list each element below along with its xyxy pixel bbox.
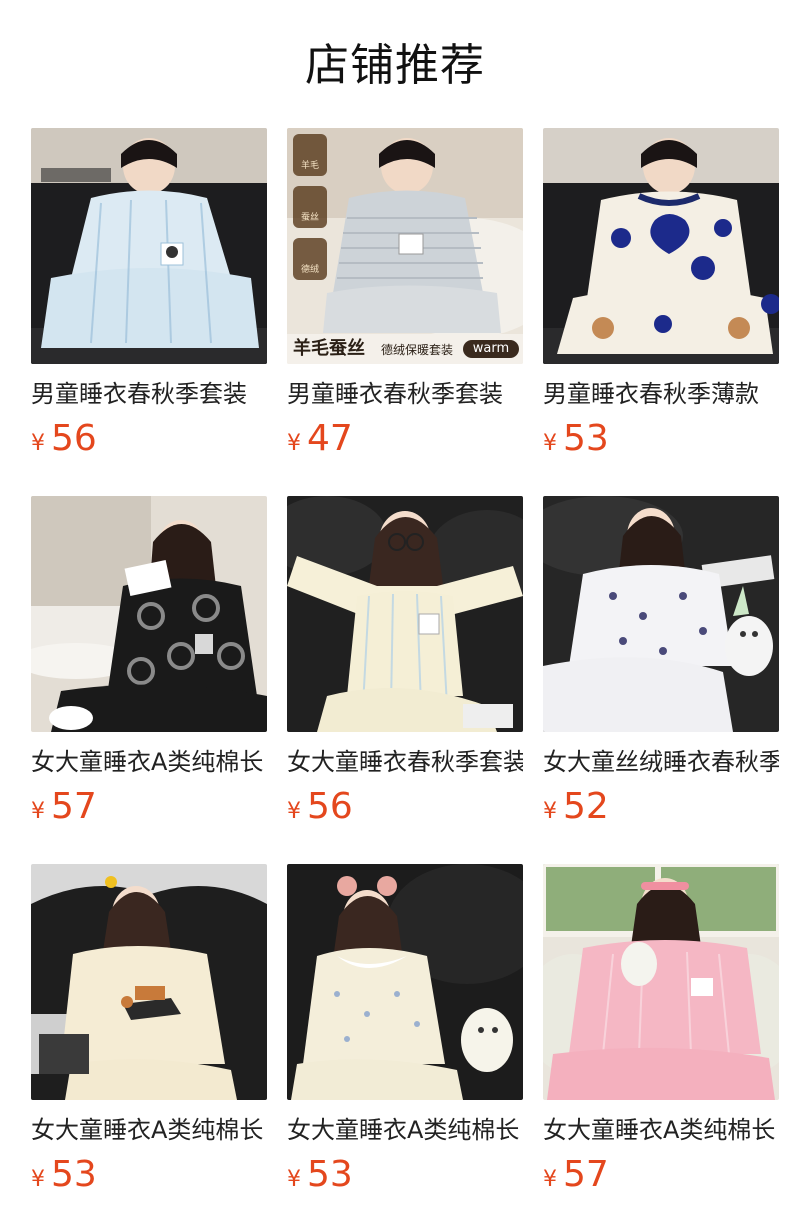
promo-pill: warm bbox=[463, 340, 519, 358]
product-name[interactable]: 女大童睡衣A类纯棉长 bbox=[543, 1114, 779, 1146]
product-name[interactable]: 男童睡衣春秋季薄款 bbox=[543, 378, 779, 410]
price-value: 53 bbox=[307, 1154, 353, 1195]
product-image[interactable] bbox=[31, 864, 267, 1100]
product-image[interactable] bbox=[287, 864, 523, 1100]
product-price: ¥57 bbox=[31, 786, 267, 828]
product-card[interactable]: 女大童睡衣春秋季套装 ¥56 bbox=[287, 496, 523, 828]
product-image[interactable]: 羊毛 蚕丝 德绒 羊毛蚕丝 德绒保暖套装 warm bbox=[287, 128, 523, 364]
currency-symbol: ¥ bbox=[31, 799, 45, 824]
product-price: ¥47 bbox=[287, 418, 523, 460]
currency-symbol: ¥ bbox=[287, 431, 301, 456]
feature-badge: 德绒 bbox=[293, 238, 327, 280]
feature-badge: 羊毛 bbox=[293, 134, 327, 176]
product-image[interactable] bbox=[31, 128, 267, 364]
product-photo-boy-striped-pajamas bbox=[31, 128, 267, 364]
price-value: 57 bbox=[563, 1154, 609, 1195]
product-image[interactable] bbox=[543, 128, 779, 364]
product-price: ¥52 bbox=[543, 786, 779, 828]
product-price: ¥56 bbox=[31, 418, 267, 460]
currency-symbol: ¥ bbox=[543, 431, 557, 456]
product-name[interactable]: 男童睡衣春秋季套装 bbox=[287, 378, 523, 410]
product-name[interactable]: 女大童丝绒睡衣春秋季 bbox=[543, 746, 779, 778]
price-value: 56 bbox=[51, 418, 97, 459]
currency-symbol: ¥ bbox=[31, 431, 45, 456]
price-value: 47 bbox=[307, 418, 353, 459]
product-card[interactable]: 男童睡衣春秋季套装 ¥56 bbox=[31, 128, 267, 460]
product-price: ¥53 bbox=[543, 418, 779, 460]
price-value: 53 bbox=[51, 1154, 97, 1195]
product-photo-girl-lace-pajamas bbox=[287, 864, 523, 1100]
price-value: 52 bbox=[563, 786, 609, 827]
product-image[interactable] bbox=[543, 864, 779, 1100]
product-image[interactable] bbox=[543, 496, 779, 732]
product-price: ¥57 bbox=[543, 1154, 779, 1196]
product-card[interactable]: 男童睡衣春秋季薄款 ¥53 bbox=[543, 128, 779, 460]
product-photo-girl-velvet-pajamas bbox=[543, 496, 779, 732]
currency-symbol: ¥ bbox=[287, 1167, 301, 1192]
product-name[interactable]: 女大童睡衣A类纯棉长 bbox=[31, 1114, 267, 1146]
product-card[interactable]: 女大童睡衣A类纯棉长 ¥53 bbox=[287, 864, 523, 1196]
product-photo-girl-black-pajamas bbox=[31, 496, 267, 732]
product-name[interactable]: 女大童睡衣A类纯棉长 bbox=[287, 1114, 523, 1146]
promo-headline: 羊毛蚕丝 bbox=[293, 338, 365, 359]
product-image[interactable] bbox=[31, 496, 267, 732]
product-card[interactable]: 女大童睡衣A类纯棉长 ¥53 bbox=[31, 864, 267, 1196]
page-title: 店铺推荐 bbox=[305, 40, 485, 91]
product-name[interactable]: 男童睡衣春秋季套装 bbox=[31, 378, 267, 410]
product-card[interactable]: 女大童睡衣A类纯棉长 ¥57 bbox=[543, 864, 779, 1196]
promo-subtitle: 德绒保暖套装 bbox=[381, 343, 454, 357]
product-card[interactable]: 羊毛 蚕丝 德绒 羊毛蚕丝 德绒保暖套装 warm 男童睡衣春秋季套装 ¥47 bbox=[287, 128, 523, 460]
product-card[interactable]: 女大童丝绒睡衣春秋季 ¥52 bbox=[543, 496, 779, 828]
product-image[interactable] bbox=[287, 496, 523, 732]
product-name[interactable]: 女大童睡衣A类纯棉长 bbox=[31, 746, 267, 778]
product-price: ¥56 bbox=[287, 786, 523, 828]
currency-symbol: ¥ bbox=[543, 799, 557, 824]
price-value: 57 bbox=[51, 786, 97, 827]
product-price: ¥53 bbox=[31, 1154, 267, 1196]
product-photo-girl-dog-print-pajamas bbox=[31, 864, 267, 1100]
product-name[interactable]: 女大童睡衣春秋季套装 bbox=[287, 746, 523, 778]
product-card[interactable]: 女大童睡衣A类纯棉长 ¥57 bbox=[31, 496, 267, 828]
product-photo-girl-cream-pajamas bbox=[287, 496, 523, 732]
currency-symbol: ¥ bbox=[287, 799, 301, 824]
feature-badge: 蚕丝 bbox=[293, 186, 327, 228]
product-photo-boy-bear-pajamas bbox=[543, 128, 779, 364]
currency-symbol: ¥ bbox=[543, 1167, 557, 1192]
product-photo-girl-pink-pajamas bbox=[543, 864, 779, 1100]
price-value: 56 bbox=[307, 786, 353, 827]
price-value: 53 bbox=[563, 418, 609, 459]
product-price: ¥53 bbox=[287, 1154, 523, 1196]
currency-symbol: ¥ bbox=[31, 1167, 45, 1192]
